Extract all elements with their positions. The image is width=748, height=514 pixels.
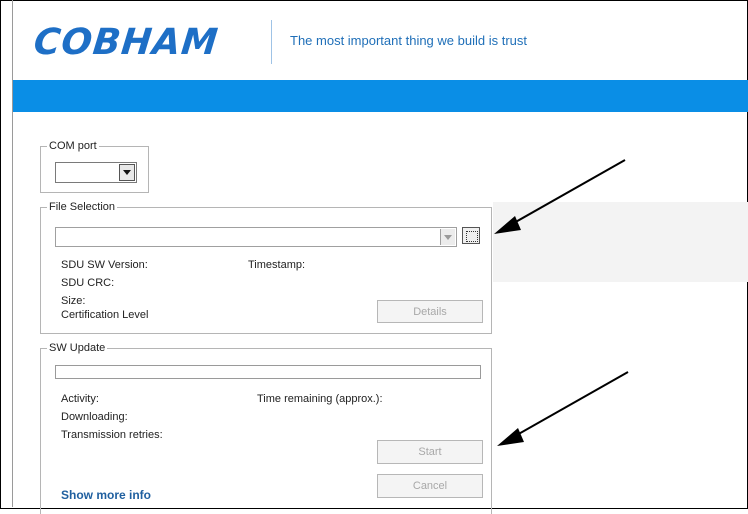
arrow-to-start-icon: [497, 371, 629, 446]
arrow-to-browse-icon: [494, 159, 626, 234]
annotation-arrows: [494, 159, 629, 446]
